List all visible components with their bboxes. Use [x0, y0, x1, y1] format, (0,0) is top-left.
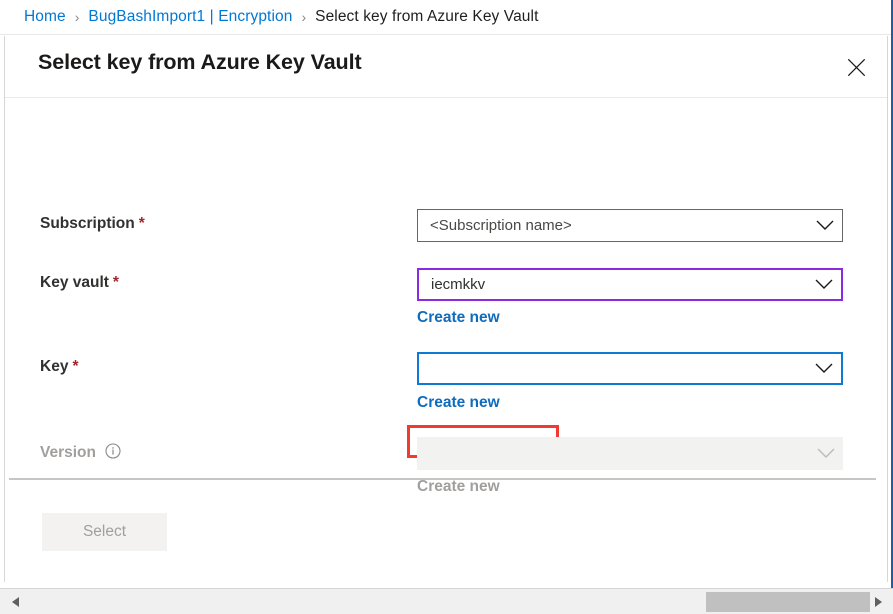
chevron-down-icon [816, 220, 834, 231]
horizontal-scrollbar[interactable] [0, 588, 893, 614]
required-asterisk: * [112, 274, 119, 291]
subscription-value: <Subscription name> [430, 217, 572, 234]
key-vault-create-new-link[interactable]: Create new [417, 309, 500, 327]
chevron-down-icon [815, 279, 833, 290]
blade-header: Select key from Azure Key Vault [5, 36, 887, 98]
key-vault-label-text: Key vault [40, 274, 109, 291]
breadcrumb-separator-icon: › [301, 9, 307, 25]
breadcrumb-item-home[interactable]: Home [24, 8, 66, 26]
key-vault-label: Key vault * [40, 274, 119, 292]
breadcrumb: Home › BugBashImport1 | Encryption › Sel… [0, 0, 893, 35]
key-dropdown[interactable] [417, 352, 843, 385]
close-icon[interactable] [837, 48, 875, 86]
scrollbar-thumb[interactable] [706, 592, 870, 612]
caret-right-icon[interactable] [867, 589, 889, 614]
page-title: Select key from Azure Key Vault [38, 50, 362, 74]
blade-panel: Select key from Azure Key Vault Subscrip… [4, 36, 888, 582]
breadcrumb-item-encryption[interactable]: BugBashImport1 | Encryption [88, 8, 292, 26]
subscription-label: Subscription * [40, 215, 145, 233]
version-label-text: Version [40, 444, 96, 461]
key-vault-dropdown[interactable]: iecmkkv [417, 268, 843, 301]
caret-left-icon[interactable] [4, 589, 26, 614]
key-label: Key * [40, 358, 78, 376]
version-label: Version [40, 443, 121, 462]
key-create-new-link[interactable]: Create new [417, 394, 500, 412]
key-label-text: Key [40, 358, 69, 375]
required-asterisk: * [138, 215, 145, 232]
key-selection-form: Subscription * <Subscription name> Key va… [5, 98, 887, 495]
subscription-dropdown[interactable]: <Subscription name> [417, 209, 843, 242]
breadcrumb-separator-icon: › [74, 9, 80, 25]
chevron-down-icon [817, 448, 835, 459]
info-icon [105, 443, 121, 459]
subscription-label-text: Subscription [40, 215, 135, 232]
version-dropdown [417, 437, 843, 470]
azure-portal-blade: Home › BugBashImport1 | Encryption › Sel… [0, 0, 893, 614]
key-vault-value: iecmkkv [431, 276, 486, 293]
breadcrumb-item-current: Select key from Azure Key Vault [315, 8, 539, 25]
required-asterisk: * [72, 358, 79, 375]
chevron-down-icon [815, 363, 833, 374]
version-create-new-link: Create new [417, 478, 500, 495]
footer-divider [9, 478, 876, 480]
select-button[interactable]: Select [42, 513, 167, 551]
